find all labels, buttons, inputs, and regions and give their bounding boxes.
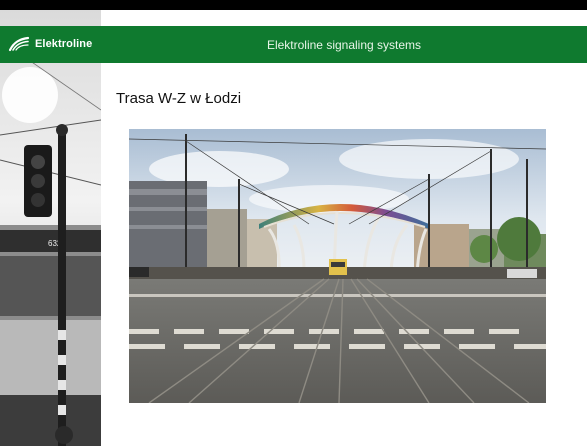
presentation-slide: 632 Elektroline Elektroline signaling sy… <box>0 0 587 446</box>
header-title: Elektroline signaling systems <box>266 37 422 52</box>
brand-name: Elektroline <box>35 38 93 50</box>
elektroline-logo-icon <box>8 36 30 52</box>
slide-title: Trasa W-Z w Łodzi <box>116 90 242 107</box>
tram-route-photo <box>129 129 546 403</box>
side-decorative-photo: 632 <box>0 0 101 446</box>
top-black-bar <box>0 0 587 10</box>
brand-logo: Elektroline <box>8 34 92 54</box>
traffic-light-photo: 632 <box>0 0 101 446</box>
tram-stop-photo-illustration <box>129 129 546 403</box>
